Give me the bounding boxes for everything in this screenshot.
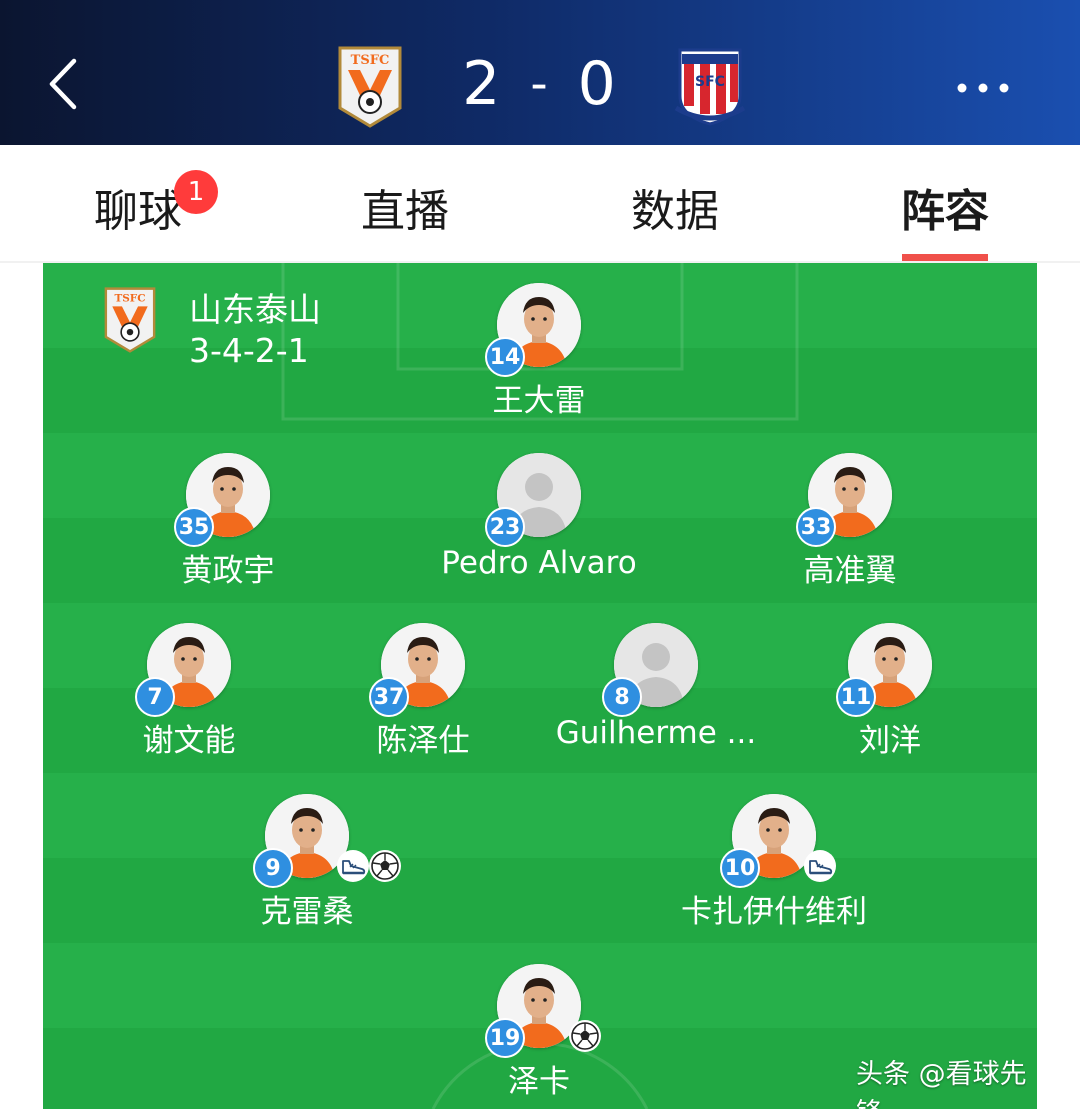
player-card[interactable]: 10 卡扎伊什维利 [654, 794, 894, 944]
player-number-badge: 8 [602, 677, 642, 717]
player-number-badge: 11 [836, 677, 876, 717]
player-number-badge: 7 [135, 677, 175, 717]
player-name: 泽卡 [508, 1064, 570, 1100]
tab-lineup[interactable]: 阵容 [895, 175, 995, 237]
goal-ball-icon [369, 850, 401, 882]
notification-badge: 1 [174, 170, 218, 214]
player-number-badge: 14 [485, 337, 525, 377]
player-name: 刘洋 [859, 723, 921, 759]
player-name: Pedro Alvaro [441, 545, 637, 581]
more-options-button[interactable] [948, 74, 1018, 102]
tsfc-crest-icon: TSFC [104, 287, 156, 353]
tab-label: 阵容 [901, 186, 989, 237]
home-team-crest[interactable]: TSFC [338, 46, 402, 128]
assist-boot-icon [342, 860, 366, 875]
home-score: 2 [462, 49, 503, 119]
assist-boot-icon [337, 850, 369, 882]
match-header: TSFC 2 - 0 SFC [0, 0, 1080, 145]
player-card[interactable]: 11 刘洋 [770, 623, 1010, 773]
tab-label: 数据 [631, 186, 719, 237]
chevron-left-icon [49, 58, 77, 110]
goal-ball-icon [569, 1020, 601, 1052]
player-name: 王大雷 [492, 383, 586, 419]
active-tab-indicator [902, 254, 988, 261]
score-separator: - [530, 56, 550, 112]
player-card[interactable]: 19 泽卡 [419, 964, 659, 1109]
player-name: 高准翼 [803, 553, 897, 589]
player-number-badge: 37 [369, 677, 409, 717]
sfc-crest-icon: SFC [674, 48, 746, 126]
player-card[interactable]: 33 高准翼 [730, 453, 970, 603]
player-card[interactable]: 7 谢文能 [69, 623, 309, 773]
player-name: 黄政宇 [181, 553, 275, 589]
crest-lettering: TSFC [114, 292, 145, 304]
tab-chat[interactable]: 聊球 [88, 175, 188, 237]
tab-label: 聊球 [94, 186, 182, 237]
more-dots-icon [957, 83, 1009, 93]
scoreboard: 2 - 0 [440, 44, 640, 124]
player-number-badge: 23 [485, 507, 525, 547]
crest-lettering: TSFC [351, 53, 390, 68]
player-card[interactable]: 37 陈泽仕 [303, 623, 543, 773]
player-card[interactable]: 9 克雷桑 [187, 794, 427, 944]
player-name: 卡扎伊什维利 [681, 894, 867, 930]
crest-lettering: SFC [695, 74, 725, 90]
goal-ball-icon [371, 852, 399, 880]
assist-boot-icon [804, 850, 836, 882]
player-number-badge: 33 [796, 507, 836, 547]
assist-boot-icon [809, 860, 833, 875]
player-card[interactable]: 8 Guilherme ... [536, 623, 776, 773]
goal-ball-icon [571, 1022, 599, 1050]
lineup-team-crest: TSFC [103, 287, 157, 353]
player-number-badge: 19 [485, 1018, 525, 1058]
away-team-crest[interactable]: SFC [670, 46, 750, 128]
tab-stats[interactable]: 数据 [625, 175, 725, 237]
player-number-badge: 10 [720, 848, 760, 888]
tab-bar: 聊球 1 直播 数据 阵容 [0, 145, 1080, 263]
tsfc-crest-icon: TSFC [338, 46, 402, 128]
player-card[interactable]: 35 黄政宇 [108, 453, 348, 603]
away-score: 0 [577, 49, 618, 119]
player-number-badge: 35 [174, 507, 214, 547]
back-button[interactable] [48, 58, 78, 110]
player-number-badge: 9 [253, 848, 293, 888]
tab-live[interactable]: 直播 [355, 175, 455, 237]
player-name: 克雷桑 [260, 894, 354, 930]
team-name: 山东泰山 [189, 290, 321, 329]
player-card[interactable]: 14 王大雷 [419, 283, 659, 433]
watermark: 头条 @看球先锋 [856, 1059, 1027, 1109]
formation: 3-4-2-1 [189, 331, 309, 370]
player-card[interactable]: 23 Pedro Alvaro [419, 453, 659, 603]
tab-label: 直播 [361, 186, 449, 237]
lineup-pitch: TSFC 山东泰山 3-4-2-1 14 王大雷 35 黄政宇 23 Pedro Alva… [43, 263, 1037, 1109]
